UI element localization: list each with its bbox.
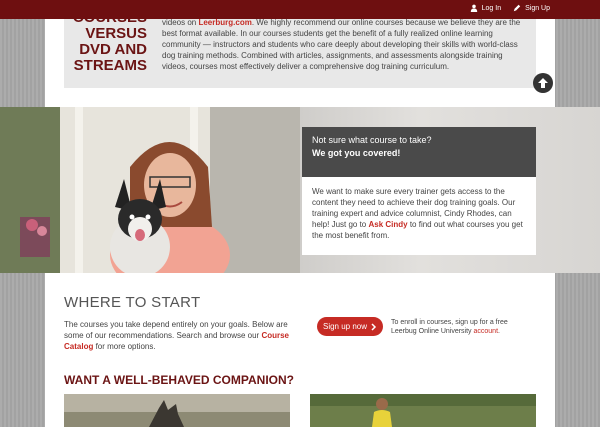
heading-line-2: versus <box>85 25 147 42</box>
signup-label: Sign Up <box>525 4 550 12</box>
where-to-start-text: The courses you take depend entirely on … <box>64 320 288 340</box>
user-icon <box>470 4 477 12</box>
login-link[interactable]: Log In <box>470 4 501 12</box>
intro-paragraph: videos on Leerburg.com. We highly recomm… <box>162 17 530 72</box>
leerburg-link[interactable]: Leerburg.com <box>198 18 251 27</box>
course-help-card: Not sure what course to take? We got you… <box>302 127 536 255</box>
account-links: Log In Sign Up <box>470 4 550 12</box>
where-to-start-paragraph: The courses you take depend entirely on … <box>64 319 294 352</box>
ask-cindy-link[interactable]: Ask Cindy <box>368 220 407 229</box>
course-thumbnail-trainer[interactable] <box>310 394 536 427</box>
hero-photo <box>0 107 300 273</box>
sign-up-now-button[interactable]: Sign up now <box>317 317 383 336</box>
where-to-start-title: WHERE TO START <box>64 294 201 311</box>
pencil-icon <box>513 4 521 12</box>
chevron-right-icon <box>371 322 377 331</box>
course-help-answer: We got you covered! <box>312 148 401 158</box>
section-heading: Courses versus DVD and Streams <box>45 10 147 74</box>
enroll-note: To enroll in courses, sign up for a free… <box>391 318 531 336</box>
course-thumbnail-dog[interactable] <box>64 394 290 427</box>
course-help-body: We want to make sure every trainer gets … <box>302 177 536 255</box>
companion-section-title: WANT A WELL-BEHAVED COMPANION? <box>64 373 294 387</box>
heading-line-4: Streams <box>73 57 147 74</box>
arrow-up-icon <box>538 78 548 88</box>
heading-line-3: DVD and <box>79 41 147 58</box>
where-to-start-text-end: for more options. <box>93 342 156 351</box>
enroll-text-end: . <box>498 328 500 335</box>
content-card: WHERE TO START The courses you take depe… <box>45 273 555 427</box>
account-link[interactable]: account <box>474 328 499 335</box>
course-help-header: Not sure what course to take? We got you… <box>302 127 536 177</box>
sign-up-now-label: Sign up now <box>322 322 368 331</box>
course-help-question: Not sure what course to take? <box>312 135 432 145</box>
scroll-top-button[interactable] <box>533 73 553 93</box>
top-bar: Log In Sign Up <box>0 0 600 19</box>
intro-text-start: videos on <box>162 18 199 27</box>
login-label: Log In <box>481 4 502 12</box>
signup-link[interactable]: Sign Up <box>513 4 550 12</box>
